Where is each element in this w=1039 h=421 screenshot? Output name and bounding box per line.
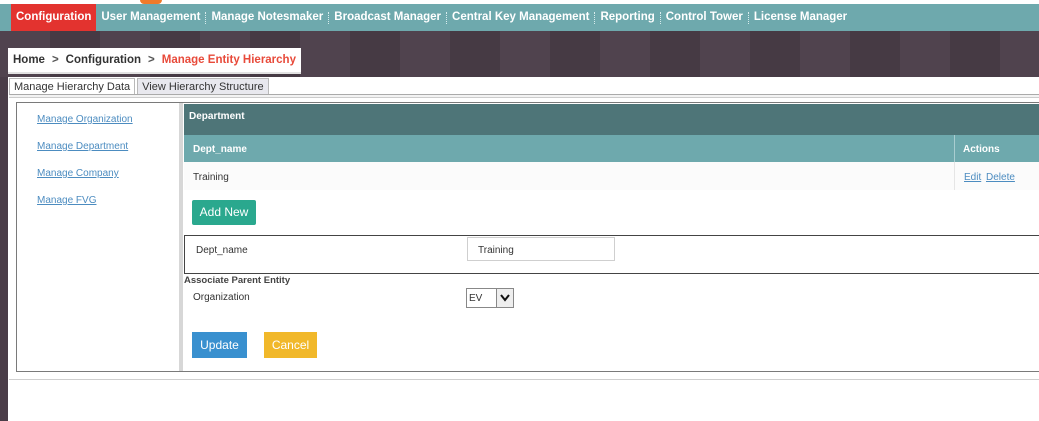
- table-title: Department: [184, 104, 1039, 135]
- nav-item-user-management[interactable]: User Management: [96, 4, 205, 31]
- nav-item-control-tower[interactable]: Control Tower: [661, 4, 748, 31]
- content-frame: Manage Organization Manage Department Ma…: [16, 102, 1039, 372]
- main-nav: Configuration User Management Manage Not…: [0, 4, 1039, 31]
- dept-name-label: Dept_name: [196, 245, 248, 256]
- cancel-button[interactable]: Cancel: [264, 332, 317, 358]
- cell-dept-name: Training: [193, 172, 229, 183]
- column-divider: [954, 162, 955, 190]
- left-gutter: [0, 77, 8, 421]
- delete-link[interactable]: Delete: [986, 172, 1015, 183]
- tab-underline: [9, 94, 1039, 98]
- sidebar: Manage Organization Manage Department Ma…: [17, 103, 179, 371]
- nav-item-manage-notesmaker[interactable]: Manage Notesmaker: [206, 4, 328, 31]
- column-header-dept-name: Dept_name: [193, 144, 247, 155]
- sidebar-divider: [179, 103, 183, 371]
- add-new-button[interactable]: Add New: [192, 200, 256, 225]
- chevron-down-icon[interactable]: [496, 289, 513, 307]
- breadcrumb-separator: >: [51, 54, 59, 66]
- tab-manage-hierarchy-data[interactable]: Manage Hierarchy Data: [9, 78, 136, 95]
- associate-parent-entity-heading: Associate Parent Entity: [184, 275, 291, 286]
- tab-view-hierarchy-structure[interactable]: View Hierarchy Structure: [137, 78, 269, 95]
- nav-item-license-manager[interactable]: License Manager: [749, 4, 852, 31]
- dept-form-row: Dept_name Training: [184, 235, 1039, 274]
- sidebar-item-company[interactable]: Manage Company: [37, 168, 119, 179]
- table-header-row: Dept_name Actions: [184, 135, 1039, 162]
- sidebar-item-fvg[interactable]: Manage FVG: [37, 195, 96, 206]
- edit-link[interactable]: Edit: [964, 172, 981, 183]
- breadcrumb: Home > Configuration > Manage Entity Hie…: [8, 48, 301, 74]
- organization-select-value: EV: [469, 293, 483, 304]
- column-divider: [954, 135, 955, 162]
- nav-item-broadcast-manager[interactable]: Broadcast Manager: [329, 4, 446, 31]
- breadcrumb-current: Manage Entity Hierarchy: [161, 54, 296, 66]
- organization-select[interactable]: EV: [466, 288, 514, 308]
- breadcrumb-configuration[interactable]: Configuration: [66, 54, 141, 66]
- sidebar-item-department[interactable]: Manage Department: [37, 141, 128, 152]
- breadcrumb-separator: >: [148, 54, 155, 66]
- sidebar-item-organization[interactable]: Manage Organization: [37, 114, 133, 125]
- bottom-divider: [9, 379, 1039, 380]
- breadcrumb-home[interactable]: Home: [13, 54, 45, 66]
- sub-tabs: Manage Hierarchy Data View Hierarchy Str…: [9, 78, 271, 95]
- nav-item-reporting[interactable]: Reporting: [595, 4, 659, 31]
- nav-item-configuration[interactable]: Configuration: [11, 4, 97, 31]
- column-header-actions: Actions: [963, 144, 1000, 155]
- table-row: Training Edit Delete: [184, 162, 1039, 190]
- update-button[interactable]: Update: [192, 332, 247, 358]
- dept-name-input[interactable]: Training: [467, 237, 615, 261]
- organization-label: Organization: [193, 292, 250, 303]
- nav-item-central-key-management[interactable]: Central Key Management: [447, 4, 594, 31]
